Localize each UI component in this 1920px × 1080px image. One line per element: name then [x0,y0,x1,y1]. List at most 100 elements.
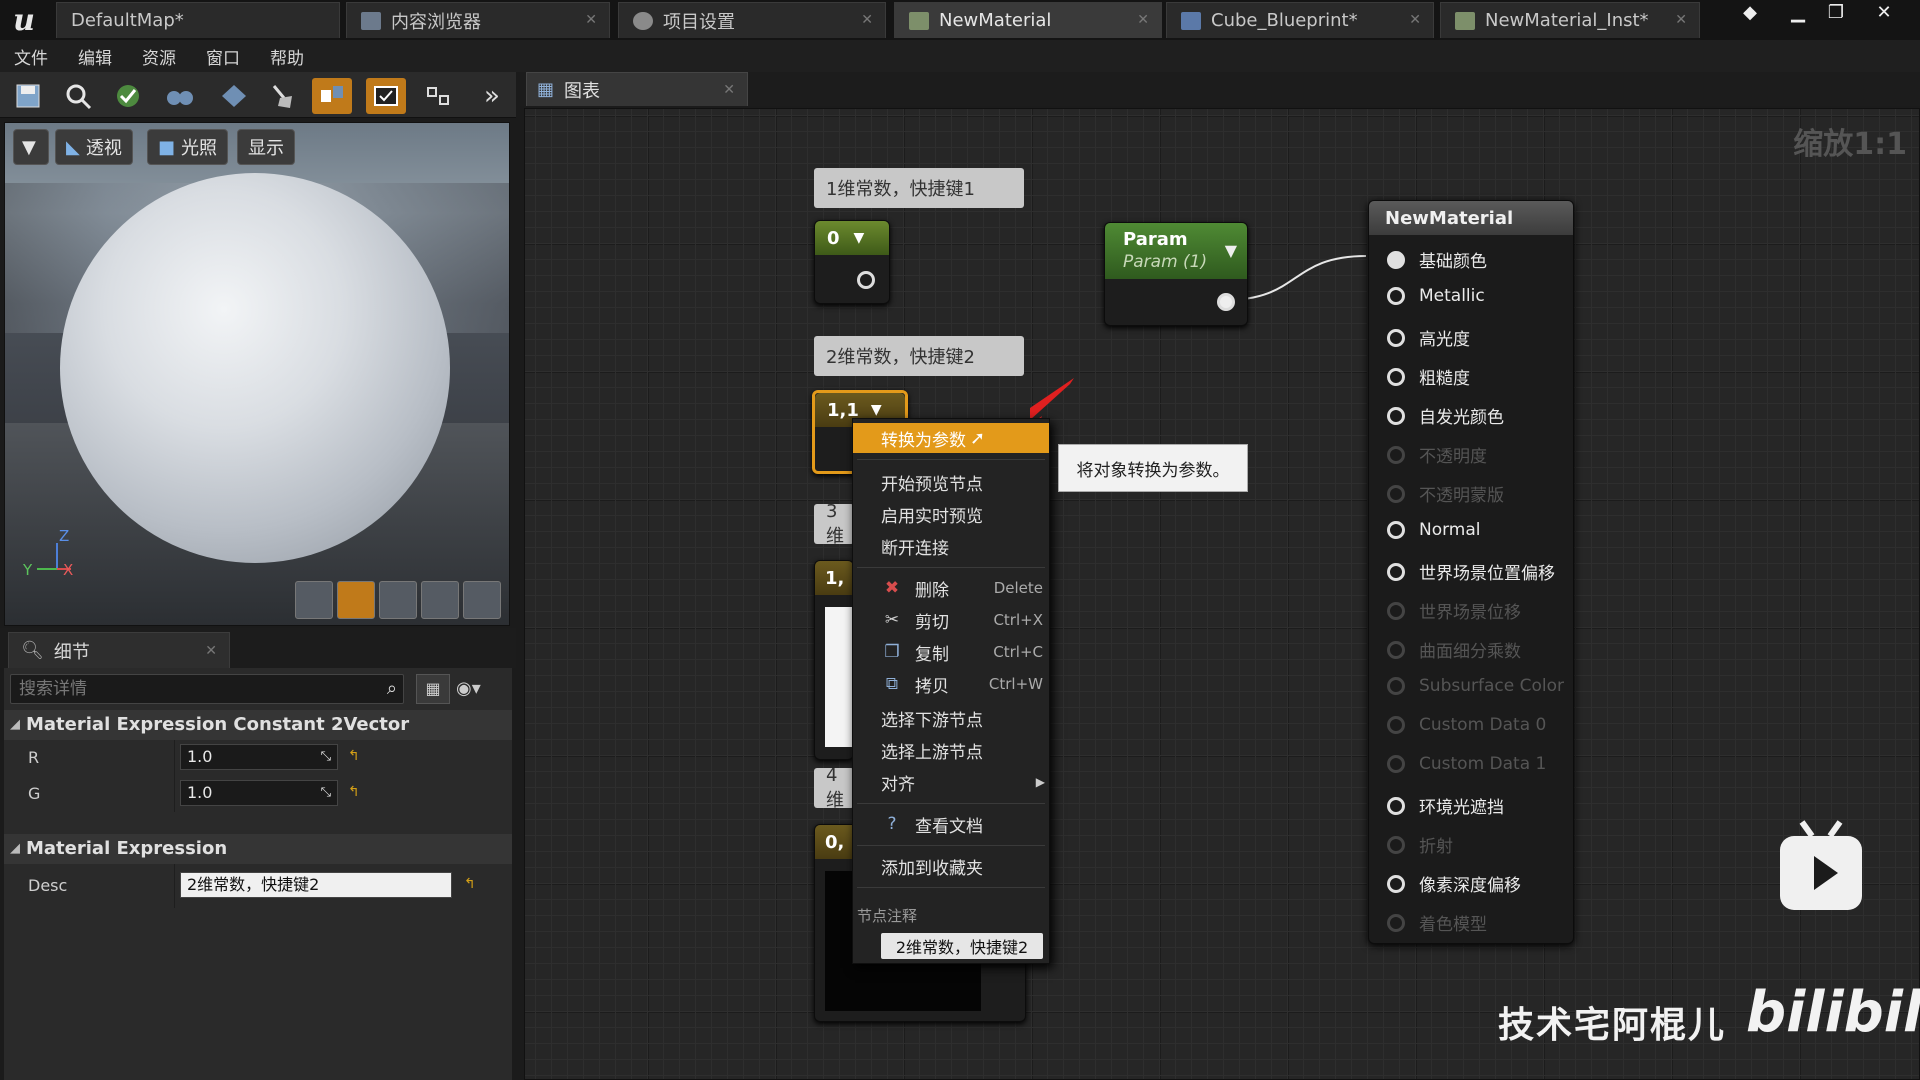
close-icon[interactable]: ✕ [1137,12,1149,28]
toolbar-overflow-button[interactable]: » [472,78,512,114]
reset-to-default-icon[interactable]: ↰ [348,784,360,800]
maximize-button[interactable]: ❐ [1818,2,1854,26]
menu-help[interactable]: 帮助 [270,44,304,69]
constant-3vector-node[interactable]: 1, [814,560,855,760]
node-comment-input[interactable]: 2维常数，快捷键2 [881,933,1043,959]
material-pin[interactable]: Normal [1387,520,1481,540]
search-graph-button[interactable] [160,78,200,114]
menu-item-delete[interactable]: ✖ 删除 Delete [853,573,1049,603]
minimize-button[interactable]: ▁ [1780,2,1816,26]
pin-circle-icon[interactable] [1387,640,1405,659]
property-r-input[interactable]: 1.0 ⤡ [180,744,338,770]
material-pin[interactable]: 自发光颜色 [1387,403,1504,428]
menu-asset[interactable]: 资源 [142,44,176,69]
pin-circle-icon[interactable] [1387,913,1405,932]
tab-newmaterial[interactable]: NewMaterial ✕ [894,2,1162,38]
material-pin[interactable]: 基础颜色 [1387,247,1487,272]
property-matrix-icon[interactable]: ▦ [416,674,450,704]
property-g-input[interactable]: 1.0 ⤡ [180,780,338,806]
output-pin-connected[interactable] [1217,293,1235,311]
column-divider[interactable] [174,864,175,908]
pin-circle-icon[interactable] [1387,874,1405,893]
clean-up-button[interactable] [262,78,302,114]
tab-project-settings[interactable]: 项目设置 ✕ [618,2,886,38]
live-preview-button[interactable] [366,78,406,114]
spin-arrow-icon[interactable]: ⤡ [321,745,331,769]
menu-item-convert-to-parameter[interactable]: 转换为参数 ➚ [853,423,1049,453]
node-comment-2[interactable]: 2维常数，快捷键2 [814,336,1024,376]
feedback-icon[interactable]: ◆ [1732,2,1768,26]
material-pin[interactable]: 世界场景位置偏移 [1387,559,1555,584]
constant-node[interactable]: 0 ▼ [814,220,890,304]
tab-details[interactable]: 🔍︎ 细节 ✕ [8,632,230,668]
menu-item-add-favorites[interactable]: 添加到收藏夹 [853,851,1049,881]
tab-cube-blueprint[interactable]: Cube_Blueprint* ✕ [1166,2,1434,38]
tab-content-browser[interactable]: 内容浏览器 ✕ [346,2,610,38]
stats-button[interactable] [420,78,460,114]
pin-circle-icon[interactable] [1387,406,1405,425]
close-icon[interactable]: ✕ [1675,12,1687,28]
material-preview-viewport[interactable]: ▼ ◣ 透视 ■ 光照 显示 Z Y X [4,122,510,626]
reset-to-default-icon[interactable]: ↰ [464,876,476,892]
tab-graph[interactable]: ▦ 图表 ✕ [526,72,748,106]
preview-plane-button[interactable] [379,581,417,619]
material-pin[interactable]: 环境光遮挡 [1387,793,1504,818]
menu-item-select-downstream[interactable]: 选择下游节点 [853,703,1049,733]
menu-item-view-docs[interactable]: ? 查看文档 [853,809,1049,839]
material-pin[interactable]: 世界场景位移 [1387,598,1521,623]
pin-circle-icon[interactable] [1387,835,1405,854]
lit-button[interactable]: ■ 光照 [147,129,229,165]
material-pin[interactable]: 着色模型 [1387,910,1487,935]
preview-cylinder-button[interactable] [295,581,333,619]
material-pin[interactable]: 粗糙度 [1387,364,1470,389]
menu-item-duplicate[interactable]: ⧉ 拷贝 Ctrl+W [853,669,1049,699]
apply-button[interactable] [108,78,148,114]
pin-circle-icon[interactable] [1387,716,1405,734]
column-divider[interactable] [174,740,175,812]
menu-item-align[interactable]: 对齐 ▶ [853,767,1049,797]
menu-item-cut[interactable]: ✂ 剪切 Ctrl+X [853,605,1049,635]
search-icon[interactable]: ⌕ [387,675,397,703]
preview-cube-button[interactable] [421,581,459,619]
save-button[interactable] [8,78,48,114]
close-icon[interactable]: ✕ [1409,12,1421,28]
property-desc-input[interactable]: 2维常数，快捷键2 [180,872,452,898]
menu-item-start-preview[interactable]: 开始预览节点 [853,467,1049,497]
perspective-button[interactable]: ◣ 透视 [55,129,133,165]
output-pin[interactable] [857,271,875,289]
menu-edit[interactable]: 编辑 [78,44,112,69]
section-constant-2vector[interactable]: ◢ Material Expression Constant 2Vector [4,710,512,740]
pin-circle-icon[interactable] [1387,484,1405,503]
show-button[interactable]: 显示 [237,129,295,165]
menu-file[interactable]: 文件 [14,44,48,69]
material-pin[interactable]: 不透明度 [1387,442,1487,467]
param-node[interactable]: Param Param (1) ▼ [1104,222,1248,326]
pin-circle-icon[interactable] [1387,367,1405,386]
node-comment-1[interactable]: 1维常数，快捷键1 [814,168,1024,208]
chevron-down-icon[interactable]: ▼ [871,402,882,418]
connectors-button[interactable] [312,78,352,114]
menu-item-break-links[interactable]: 断开连接 [853,531,1049,561]
pin-circle-icon[interactable] [1387,796,1405,815]
material-result-node[interactable]: NewMaterial 基础颜色 Metallic 高光度 粗糙度 自发光颜色 不透明度不… [1368,200,1574,944]
material-pin[interactable]: Subsurface Color [1387,676,1564,696]
material-pin[interactable]: Metallic [1387,286,1485,306]
chevron-down-icon[interactable]: ▼ [854,230,865,246]
material-pin[interactable]: 不透明蒙版 [1387,481,1504,506]
menu-window[interactable]: 窗口 [206,44,240,69]
material-pin[interactable]: Custom Data 1 [1387,754,1546,774]
eye-icon[interactable]: ◉▾ [456,674,506,704]
node-comment-3[interactable]: 3维 [814,501,854,547]
pin-circle-icon[interactable] [1387,250,1405,269]
details-search-input[interactable]: 搜索详情 ⌕ [10,674,404,704]
spin-arrow-icon[interactable]: ⤡ [321,781,331,805]
home-button[interactable] [214,78,254,114]
tab-defaultmap[interactable]: DefaultMap* [56,2,340,38]
pin-circle-icon[interactable] [1387,328,1405,347]
pin-circle-icon[interactable] [1387,677,1405,695]
pin-circle-icon[interactable] [1387,287,1405,305]
material-pin[interactable]: Custom Data 0 [1387,715,1546,735]
material-pin[interactable]: 曲面细分乘数 [1387,637,1521,662]
browse-button[interactable] [58,78,98,114]
pin-circle-icon[interactable] [1387,755,1405,773]
